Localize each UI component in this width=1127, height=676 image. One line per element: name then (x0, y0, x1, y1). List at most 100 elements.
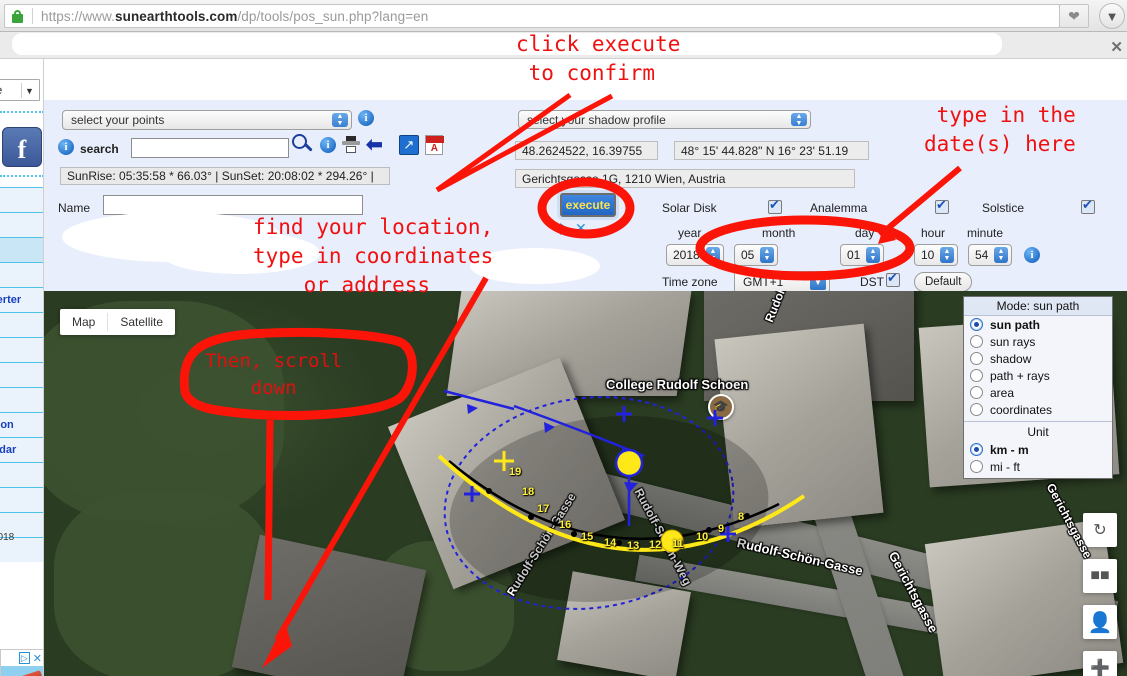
chevron-down-icon[interactable]: ▼ (21, 83, 37, 98)
sidebar-item-label: calendar (0, 444, 17, 456)
spinner-icon[interactable]: ▲ ▼ (706, 247, 720, 263)
chevron-down-icon[interactable]: ▼ (810, 275, 826, 290)
info-icon-toolbar[interactable]: i (320, 137, 336, 153)
radio-icon[interactable] (970, 369, 983, 382)
sidebar-item[interactable] (0, 187, 43, 212)
shadow-profile-select[interactable]: select your shadow profile ▲ ▼ (518, 110, 811, 129)
spinner-icon[interactable]: ▲ ▼ (332, 113, 348, 127)
points-select[interactable]: select your points ▲ ▼ (62, 110, 352, 130)
heart-icon[interactable]: ❤ (1059, 4, 1089, 28)
radio-icon[interactable] (970, 318, 983, 331)
sidebar-item[interactable] (0, 362, 43, 387)
sidebar-item[interactable] (0, 487, 43, 512)
expand-icon[interactable]: ↗ (398, 135, 419, 155)
solstice-checkbox[interactable] (1081, 198, 1095, 214)
annotation-click-execute: click execute to confirm (516, 32, 681, 85)
sidebar-item-position[interactable]: position (0, 412, 43, 437)
spinner-icon[interactable]: ▲ ▼ (940, 247, 954, 263)
back-arrow-icon[interactable]: ⬅ (366, 135, 383, 155)
sidebar-item[interactable] (0, 337, 43, 362)
close-small-icon[interactable]: ✕ (575, 220, 587, 237)
lock-icon (11, 9, 24, 24)
info-icon-datetime[interactable]: i (1024, 247, 1040, 263)
execute-button[interactable]: execute (560, 193, 616, 217)
zoom-in-icon[interactable]: ➕ (1083, 651, 1117, 676)
mode-option-path-rays[interactable]: path + rays (964, 367, 1112, 384)
dms-coordinates-field[interactable]: 48° 15' 44.828" N 16° 23' 51.19 (674, 141, 869, 160)
sidebar-ad[interactable]: ▷ ✕ (0, 649, 43, 676)
sidebar-item[interactable] (0, 237, 43, 262)
pdf-icon[interactable]: A (424, 135, 444, 155)
default-button[interactable]: Default (914, 272, 973, 292)
poi-marker-icon[interactable]: 🎓 (708, 394, 734, 420)
address-bar[interactable]: https://www.sunearthtools.com/dp/tools/p… (4, 4, 1060, 28)
info-icon-search[interactable]: i (58, 139, 74, 155)
tilt-icon[interactable]: ■■ (1083, 559, 1117, 593)
sidebar-item-converter[interactable]: converter (0, 287, 43, 312)
month-stepper[interactable]: 05 ▲ ▼ (734, 244, 778, 266)
print-icon[interactable] (342, 136, 360, 154)
spinner-icon[interactable]: ▲ ▼ (994, 247, 1008, 263)
ad-close-icon[interactable]: ✕ (33, 652, 42, 665)
timezone-select[interactable]: GMT+1 ▼ (734, 271, 830, 293)
analemma-label: Analemma (810, 201, 868, 215)
decimal-coordinates-field[interactable]: 48.2624522, 16.39755 (515, 141, 658, 160)
mode-option-shadow[interactable]: shadow (964, 350, 1112, 367)
sidebar-item-calendar[interactable]: calendar (0, 437, 43, 462)
map-type-toggle[interactable]: Map Satellite (60, 309, 176, 335)
facebook-icon[interactable]: f (2, 127, 42, 167)
mode-option-sun-rays[interactable]: sun rays (964, 333, 1112, 350)
day-label: day (855, 226, 875, 240)
radio-icon[interactable] (970, 386, 983, 399)
spinner-icon[interactable]: ▲ ▼ (760, 247, 774, 263)
annotation-type-date: type in the date(s) here (924, 103, 1076, 156)
pegman-icon[interactable]: 👤 (1083, 605, 1117, 639)
search-input[interactable] (131, 138, 289, 158)
unit-option-mi[interactable]: mi - ft (964, 458, 1112, 478)
map-type-satellite[interactable]: Satellite (108, 309, 175, 335)
sidebar-item[interactable] (0, 387, 43, 412)
radio-icon[interactable] (970, 443, 983, 456)
language-select[interactable]: ge ▼ (0, 79, 40, 101)
address-field[interactable]: Gerichtsgasse 1G, 1210 Wien, Austria (515, 169, 855, 188)
minute-label: minute (967, 226, 1004, 240)
mode-option-sun-path[interactable]: sun path (964, 316, 1112, 333)
radio-icon[interactable] (970, 352, 983, 365)
mode-option-area[interactable]: area (964, 384, 1112, 401)
spinner-icon[interactable]: ▲ ▼ (866, 247, 880, 263)
spinner-icon[interactable]: ▲ ▼ (791, 113, 807, 127)
radio-icon[interactable] (970, 335, 983, 348)
sidebar-item[interactable] (0, 262, 43, 287)
solar-disk-checkbox[interactable] (768, 198, 782, 214)
search-icon[interactable] (292, 134, 314, 156)
map-type-map[interactable]: Map (60, 309, 107, 335)
hour-marker: 8 (738, 511, 745, 523)
mode-option-coordinates[interactable]: coordinates (964, 401, 1112, 418)
dst-label: DST (860, 275, 884, 289)
unit-option-label: mi - ft (990, 459, 1020, 474)
dst-checkbox[interactable] (886, 271, 900, 287)
sidebar-item[interactable] (0, 212, 43, 237)
info-icon[interactable]: i (358, 110, 374, 126)
play-icon[interactable] (560, 222, 569, 235)
mode-panel-title: Mode: sun path (964, 297, 1112, 316)
download-icon[interactable]: ▼ (1099, 3, 1125, 29)
year-stepper[interactable]: 2018 ▲ ▼ (666, 244, 724, 266)
hour-stepper[interactable]: 10 ▲ ▼ (914, 244, 958, 266)
unit-option-km[interactable]: km - m (964, 441, 1112, 458)
day-stepper[interactable]: 01 ▲ ▼ (840, 244, 884, 266)
analemma-checkbox[interactable] (935, 198, 949, 214)
close-icon[interactable]: ✕ (1110, 38, 1123, 56)
heart-glyph: ❤ (1068, 8, 1080, 24)
sidebar-item[interactable] (0, 462, 43, 487)
minute-stepper[interactable]: 54 ▲ ▼ (968, 244, 1012, 266)
adchoices-icon[interactable]: ▷ (18, 652, 30, 664)
mode-option-label: sun path (990, 317, 1040, 332)
hour-marker: 13 (627, 540, 640, 552)
sidebar-item[interactable] (0, 312, 43, 337)
radio-icon[interactable] (970, 403, 983, 416)
divider-dotted-bottom (0, 175, 43, 177)
radio-icon[interactable] (970, 460, 983, 473)
play-close-controls[interactable]: ✕ (560, 220, 587, 237)
points-select-label: select your points (71, 113, 165, 127)
